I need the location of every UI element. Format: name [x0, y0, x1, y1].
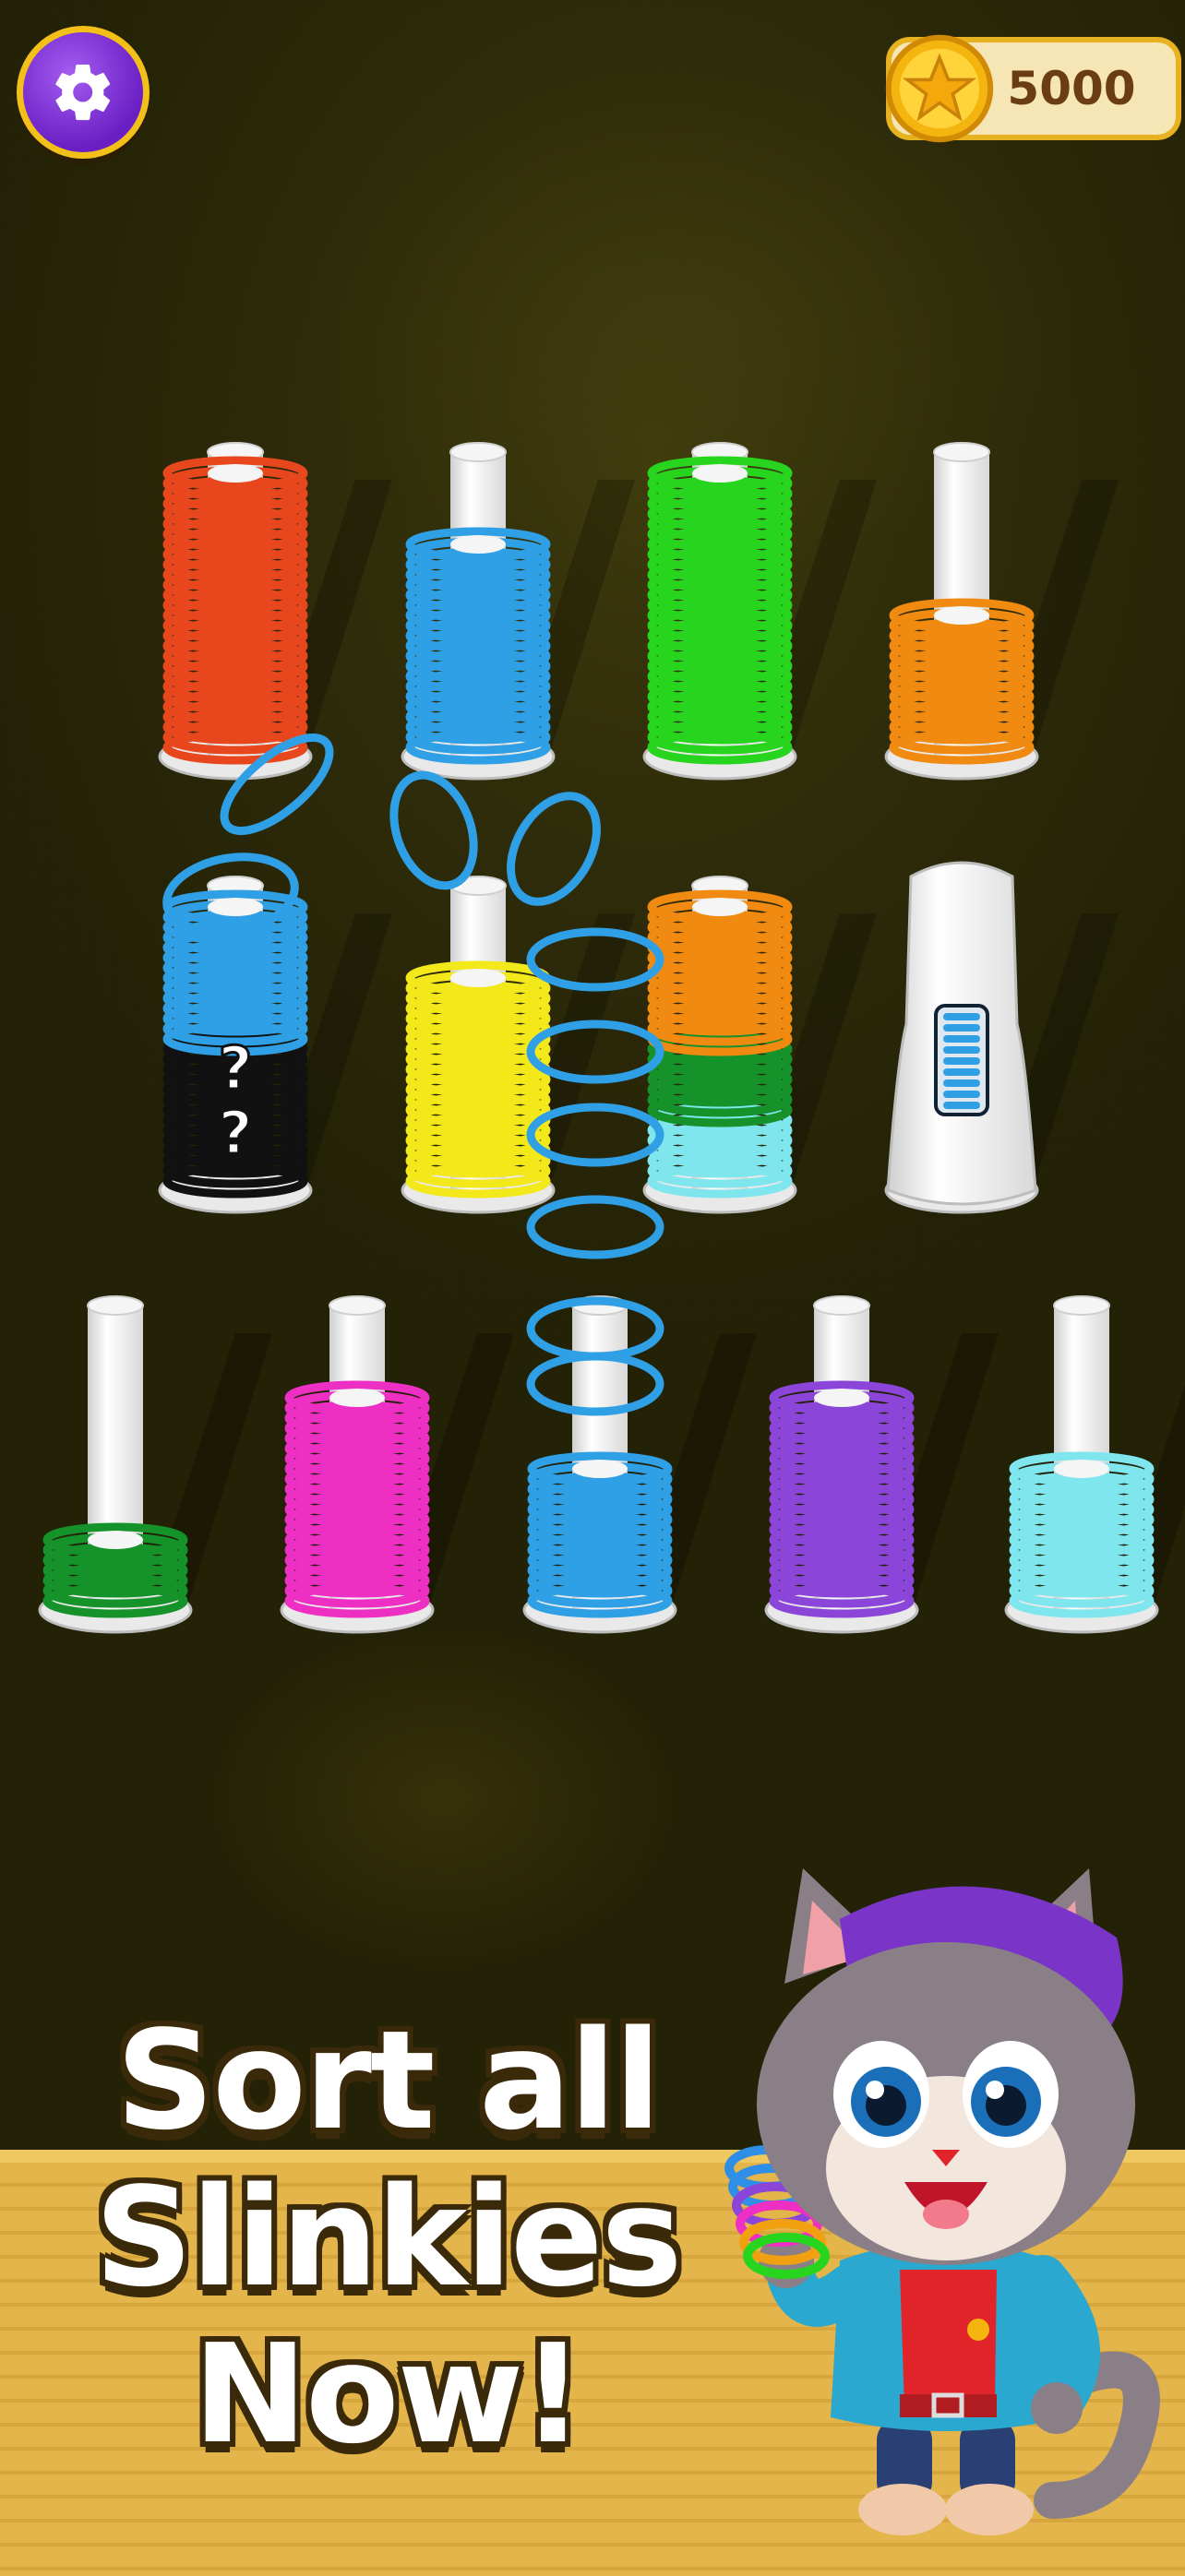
slinky-lock-icon	[934, 1004, 989, 1116]
hidden-mark: ?	[218, 1100, 252, 1168]
slogan-line-1: Sort all	[115, 2001, 662, 2160]
peg-13[interactable]	[1004, 1295, 1185, 1634]
peg-12[interactable]	[764, 1295, 999, 1634]
peg-8[interactable]	[884, 861, 1119, 1214]
peg-9[interactable]	[38, 1295, 272, 1634]
cat-mascot-illustration	[724, 1868, 1160, 2535]
peg-7[interactable]	[642, 876, 877, 1214]
peg-10[interactable]	[280, 1295, 514, 1634]
peg-2[interactable]	[401, 442, 635, 781]
slogan-line-3: Now!	[193, 2315, 584, 2474]
slogan-line-2: Slinkies	[94, 2158, 682, 2317]
flying-slinky-ring	[507, 792, 601, 906]
peg-board: ??	[38, 442, 1185, 1634]
hidden-mark: ?	[218, 1035, 252, 1103]
locked-peg-cover[interactable]	[886, 861, 1037, 1206]
flying-slinky-ring	[526, 1195, 664, 1259]
peg-4[interactable]	[884, 442, 1119, 781]
peg-3[interactable]	[642, 442, 877, 781]
promo-slogan: Sort all Slinkies Now!	[55, 2002, 720, 2473]
peg-1[interactable]	[158, 442, 392, 781]
